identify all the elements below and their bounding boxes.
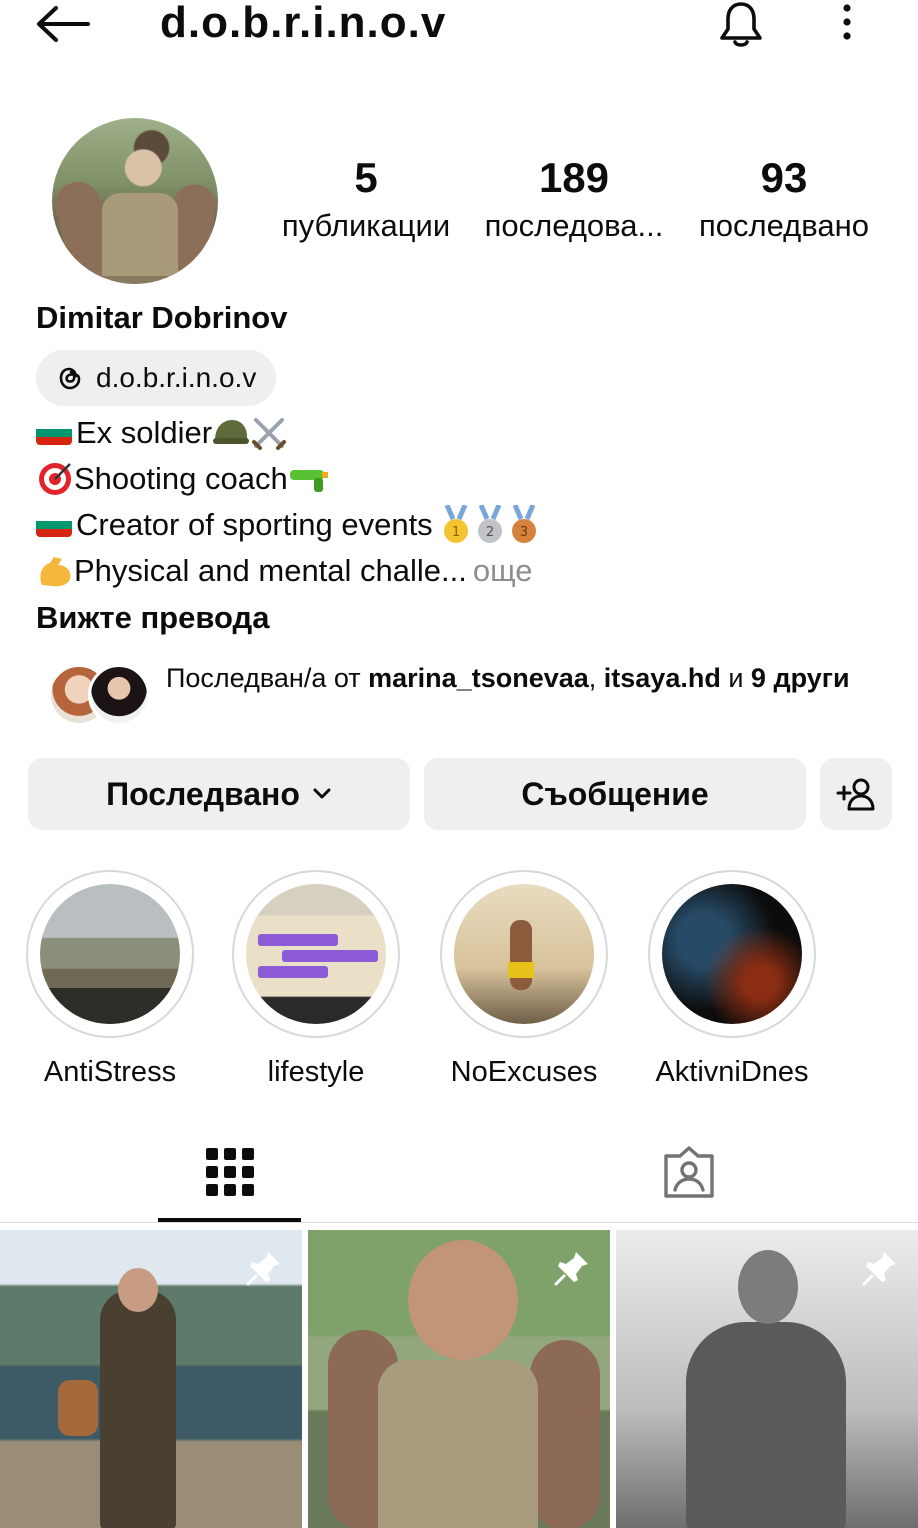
highlight-label: NoExcuses [450,1056,598,1088]
profile-avatar[interactable] [52,118,218,284]
stat-followers[interactable]: 189 последова... [474,150,674,246]
pin-icon [554,1252,588,1286]
bio-line-2: Shooting coach [74,461,288,496]
bio-line-1: Ex soldier [76,415,213,450]
posts-count: 5 [354,154,378,201]
highlight-cover [40,884,180,1024]
followers-label: последова... [484,208,664,243]
followers-count: 189 [538,154,610,201]
gold-medal-icon: 1 [443,505,468,543]
pin-icon [862,1252,896,1286]
add-person-icon [836,778,875,811]
grid-icon[interactable] [200,1144,260,1200]
bell-icon[interactable] [714,0,768,48]
chevron-down-icon [313,788,331,799]
stat-posts[interactable]: 5 публикации [266,150,466,246]
svg-text:1: 1 [452,525,460,540]
follower-username: marina_tsonevaa [368,663,589,693]
bronze-medal-icon: 3 [511,505,536,543]
story-highlight[interactable]: AktivniDnes [648,870,816,1092]
following-count: 93 [760,154,808,201]
follower-avatar[interactable] [88,664,150,726]
highlight-label: lifestyle [267,1056,365,1088]
water-pistol-icon [289,470,328,492]
flexed-biceps-icon [40,557,71,587]
threads-icon [59,367,81,390]
back-arrow-icon[interactable] [34,4,92,44]
highlight-cover [454,884,594,1024]
bio-more-link[interactable]: още [473,548,533,594]
target-icon [39,463,71,495]
silver-medal-icon: 2 [477,505,502,543]
svg-text:3: 3 [520,525,528,540]
suggested-people-button[interactable] [820,758,892,830]
stat-following[interactable]: 93 последвано [684,150,884,246]
post-thumbnail[interactable] [616,1230,918,1528]
pin-icon [246,1252,280,1286]
bio-line-3: Creator of sporting events [76,507,433,542]
profile-full-name: Dimitar Dobrinov [36,300,288,335]
message-button-label: Съобщение [521,775,709,812]
tab-divider [0,1222,918,1223]
story-highlight[interactable]: AntiStress [26,870,194,1092]
more-vertical-icon[interactable] [832,0,862,44]
tagged-icon[interactable] [660,1144,718,1202]
highlight-label: AktivniDnes [655,1056,809,1088]
post-thumbnail[interactable] [0,1230,302,1528]
following-button[interactable]: Последвано [28,758,410,830]
see-translation-link[interactable]: Вижте превода [36,598,269,638]
profile-username: d.o.b.r.i.n.o.v [160,0,447,47]
helmet-icon [213,420,250,444]
threads-link[interactable]: d.o.b.r.i.n.o.v [36,350,277,406]
story-highlight[interactable]: NoExcuses [440,870,608,1092]
post-thumbnail[interactable] [308,1230,610,1528]
posts-label: публикации [281,208,451,243]
following-label: последвано [699,208,869,243]
following-button-label: Последвано [106,775,300,812]
message-button[interactable]: Съобщение [424,758,806,830]
profile-bio: Ex soldier Shooting coach Creator of spo… [36,410,896,594]
highlight-label: AntiStress [43,1056,177,1088]
highlight-cover [246,884,386,1024]
crossed-swords-icon [252,418,287,450]
story-highlight[interactable]: lifestyle [232,870,400,1092]
followed-by-others: 9 други [750,663,850,693]
highlight-cover [662,884,802,1024]
svg-text:2: 2 [486,525,494,540]
bulgaria-flag-icon [36,513,72,537]
bio-line-4: Physical and mental challe... [74,553,467,588]
threads-handle: d.o.b.r.i.n.o.v [96,362,257,393]
follower-username: itsaya.hd [603,663,721,693]
bulgaria-flag-icon [36,421,72,445]
followed-by-text[interactable]: Последван/а от marina_tsonevaa, itsaya.h… [166,660,866,696]
